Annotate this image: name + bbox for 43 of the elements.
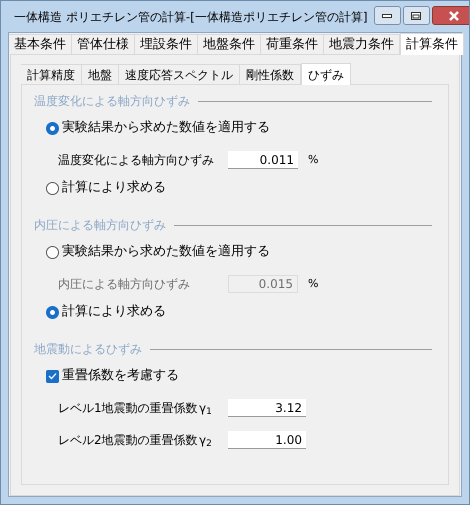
- section-title: 温度変化による軸方向ひずみ: [34, 93, 190, 110]
- option-label: 重畳係数を考慮する: [62, 367, 179, 386]
- tab[interactable]: 速度応答スペクトル: [119, 64, 240, 84]
- radio-button[interactable]: [46, 182, 59, 194]
- radio-button[interactable]: [46, 246, 59, 258]
- tab[interactable]: ひずみ: [301, 63, 351, 85]
- option-label: 実験結果から求めた数値を適用する: [62, 119, 270, 138]
- input-field[interactable]: 3.12: [228, 399, 306, 417]
- minimize-icon: [382, 14, 392, 18]
- tab[interactable]: 地盤条件: [198, 34, 261, 54]
- option-label: 計算により求める: [62, 303, 166, 322]
- field-label: レベル1地震動の重畳係数: [58, 400, 199, 417]
- option-label: 計算により求める: [62, 179, 166, 198]
- minimize-button[interactable]: [374, 6, 401, 25]
- symbol: γ$_{1}$: [199, 400, 213, 417]
- input-field[interactable]: 1.00: [228, 431, 306, 449]
- tab[interactable]: 埋設条件: [135, 34, 198, 54]
- unit-label: %: [308, 276, 318, 292]
- radio-button[interactable]: [46, 122, 59, 134]
- tab[interactable]: 地盤: [82, 64, 119, 84]
- field-label: 内圧による軸方向ひずみ: [58, 276, 191, 293]
- field-label: レベル2地震動の重畳係数: [58, 432, 199, 449]
- section-title: 地震動によるひずみ: [34, 341, 142, 358]
- tab[interactable]: 剛性係数: [240, 64, 301, 84]
- close-button[interactable]: [432, 6, 469, 25]
- close-icon: [448, 10, 460, 20]
- window-title: 一体構造 ポリエチレン管の計算-[一体構造ポリエチレン管の計算]: [14, 8, 368, 26]
- section-title: 内圧による軸方向ひずみ: [34, 217, 166, 234]
- maximize-icon: [411, 12, 422, 20]
- checkbox[interactable]: [46, 370, 59, 382]
- tab[interactable]: 基本条件: [9, 34, 72, 54]
- option-label: 実験結果から求めた数値を適用する: [62, 243, 270, 262]
- tab[interactable]: 計算条件: [400, 33, 464, 55]
- maximize-button[interactable]: [402, 6, 430, 25]
- radio-button[interactable]: [46, 306, 59, 318]
- tab[interactable]: 荷重条件: [261, 34, 324, 54]
- symbol: γ$_{2}$: [199, 432, 213, 449]
- tab[interactable]: 地震力条件: [324, 34, 400, 54]
- tab[interactable]: 計算精度: [21, 64, 82, 84]
- field-label: 温度変化による軸方向ひずみ: [58, 152, 215, 169]
- input-field[interactable]: 0.011: [228, 151, 298, 169]
- tab[interactable]: 管体仕様: [72, 34, 135, 54]
- unit-label: %: [308, 152, 318, 168]
